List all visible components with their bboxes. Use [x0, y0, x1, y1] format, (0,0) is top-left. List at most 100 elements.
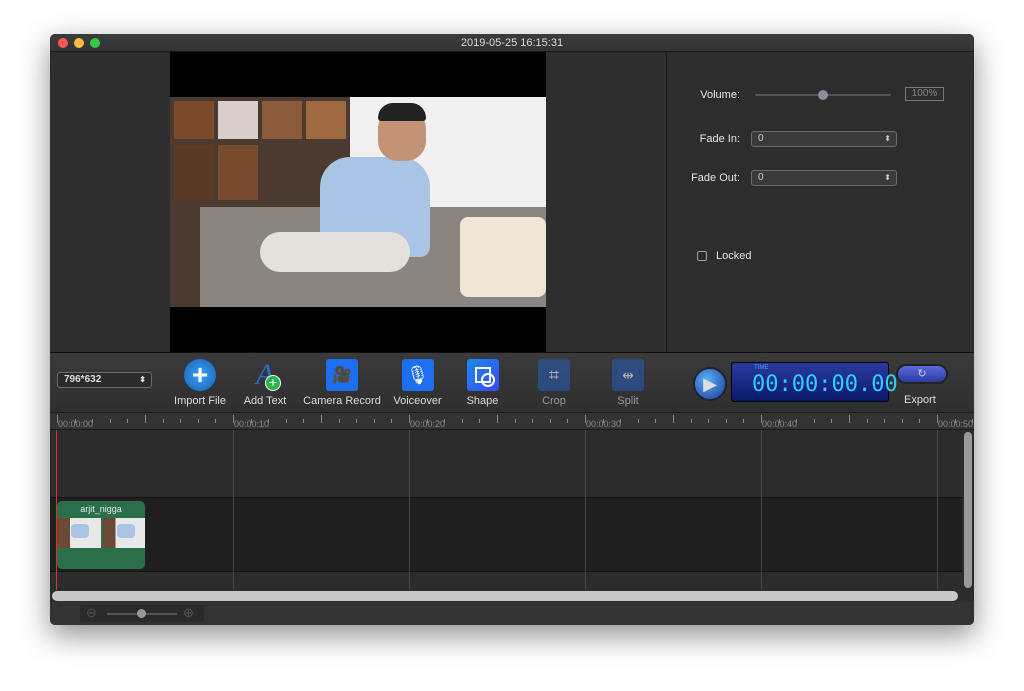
fade-in-select[interactable]: 0 ⬍ — [751, 131, 897, 147]
voiceover-label: Voiceover — [393, 395, 442, 407]
ruler-tick — [743, 419, 745, 423]
ruler-tick — [215, 419, 217, 423]
ruler-tick — [180, 419, 182, 423]
ruler-tick — [127, 419, 129, 423]
time-display: TIME 00:00:00.00 — [731, 362, 898, 402]
ruler-tick — [655, 419, 657, 423]
ruler-label: 00:00:10 — [234, 419, 270, 429]
grid-line — [761, 430, 762, 590]
app-window: 2019-05-25 16:15:31 Volume: 100% Fade In… — [50, 34, 974, 625]
resolution-select[interactable]: 796*632 ⬍ — [57, 372, 152, 388]
play-button[interactable]: ▶ — [693, 367, 727, 401]
ruler-tick — [884, 419, 886, 423]
stepper-icon: ⬍ — [884, 134, 891, 143]
camera-icon: 🎥 — [326, 359, 358, 391]
stepper-icon: ⬍ — [139, 375, 146, 384]
play-icon: ▶ — [703, 374, 717, 394]
video-clip[interactable]: arjit_nigga — [57, 501, 145, 569]
zoom-out-icon[interactable]: ⊖ — [86, 605, 97, 621]
shape-button[interactable]: Shape — [460, 359, 505, 407]
ruler-tick — [549, 419, 551, 423]
video-track — [50, 497, 962, 572]
video-frame — [170, 97, 546, 307]
time-label: TIME — [754, 365, 769, 371]
refresh-icon: ↻ — [917, 368, 927, 380]
timeline-ruler[interactable]: 00:00:00 00:00:10 00:00:20 00:00:30 00:00:40… — [50, 412, 974, 430]
minimize-button[interactable] — [74, 38, 84, 48]
ruler-label: 00:00:50 — [938, 419, 974, 429]
fade-out-select[interactable]: 0 ⬍ — [751, 170, 897, 186]
locked-label: Locked — [716, 250, 752, 262]
add-text-icon: A + — [249, 358, 281, 391]
ruler-tick — [391, 419, 393, 423]
ruler-tick — [849, 415, 850, 423]
split-button[interactable]: ⇹ Split — [608, 359, 648, 407]
title-bar: 2019-05-25 16:15:31 — [50, 34, 974, 52]
zoom-bar: ⊖ ⊕ — [50, 602, 974, 625]
close-button[interactable] — [58, 38, 68, 48]
crop-button[interactable]: ⌗ Crop — [534, 359, 574, 407]
vertical-scrollbar[interactable] — [962, 430, 974, 590]
ruler-tick — [338, 419, 340, 423]
add-text-button[interactable]: A + Add Text — [240, 358, 290, 407]
volume-slider-knob[interactable] — [818, 90, 828, 100]
crop-label: Crop — [542, 395, 566, 407]
ruler-tick — [637, 419, 639, 423]
microphone-icon: 🎙 — [401, 359, 434, 391]
ruler-label: 00:00:30 — [586, 419, 622, 429]
zoom-button[interactable] — [90, 38, 100, 48]
grid-line — [585, 430, 586, 590]
toolbar: 796*632 ⬍ + Import File A + Add Text 🎥 Camera… — [50, 352, 974, 412]
ruler-tick — [690, 419, 692, 423]
horizontal-scrollbar[interactable] — [50, 590, 974, 602]
zoom-slider-knob[interactable] — [137, 609, 146, 618]
volume-label: Volume: — [700, 89, 740, 101]
ruler-tick — [673, 415, 674, 423]
export-button[interactable]: ↻ — [896, 364, 948, 384]
resolution-value: 796*632 — [64, 374, 102, 385]
export-label: Export — [904, 394, 936, 406]
zoom-slider[interactable] — [107, 609, 177, 618]
locked-checkbox[interactable] — [697, 251, 707, 261]
playhead[interactable] — [56, 430, 57, 590]
ruler-tick — [373, 419, 375, 423]
clip-name: arjit_nigga — [80, 504, 122, 514]
add-text-label: Add Text — [243, 395, 287, 407]
voiceover-button[interactable]: 🎙 Voiceover — [390, 359, 445, 407]
grid-line — [409, 430, 410, 590]
volume-value[interactable]: 100% — [905, 87, 944, 101]
fade-out-label: Fade Out: — [691, 172, 740, 184]
fade-in-label: Fade In: — [699, 133, 740, 145]
grid-line — [937, 430, 938, 590]
ruler-tick — [479, 419, 481, 423]
properties-panel: Volume: 100% Fade In: 0 ⬍ Fade Out: 0 ⬍ Lo… — [668, 52, 974, 352]
ruler-tick — [461, 419, 463, 423]
ruler-tick — [197, 419, 199, 423]
ruler-tick — [567, 419, 569, 423]
camera-record-button[interactable]: 🎥 Camera Record — [302, 359, 382, 407]
shape-icon — [466, 359, 499, 391]
ruler-tick — [356, 419, 358, 423]
window-title: 2019-05-25 16:15:31 — [460, 37, 564, 49]
ruler-label: 00:00:20 — [410, 419, 446, 429]
zoom-in-icon[interactable]: ⊕ — [183, 605, 194, 621]
ruler-label: 00:00:40 — [762, 419, 798, 429]
ruler-tick — [866, 419, 868, 423]
ruler-tick — [497, 415, 498, 423]
timeline-tracks: arjit_nigga — [50, 430, 962, 590]
ruler-tick — [919, 419, 921, 423]
ruler-tick — [708, 419, 710, 423]
fade-in-value: 0 — [758, 133, 764, 144]
video-preview[interactable] — [170, 52, 546, 352]
fade-out-value: 0 — [758, 172, 764, 183]
shape-label: Shape — [466, 395, 499, 407]
ruler-tick — [162, 419, 164, 423]
volume-slider[interactable] — [755, 90, 891, 100]
crop-icon: ⌗ — [538, 359, 570, 391]
import-file-button[interactable]: + Import File — [172, 359, 228, 407]
split-icon: ⇹ — [612, 359, 644, 391]
ruler-tick — [532, 419, 534, 423]
stepper-icon: ⬍ — [884, 173, 891, 182]
split-label: Split — [617, 395, 639, 407]
time-value: 00:00:00.00 — [752, 372, 898, 397]
